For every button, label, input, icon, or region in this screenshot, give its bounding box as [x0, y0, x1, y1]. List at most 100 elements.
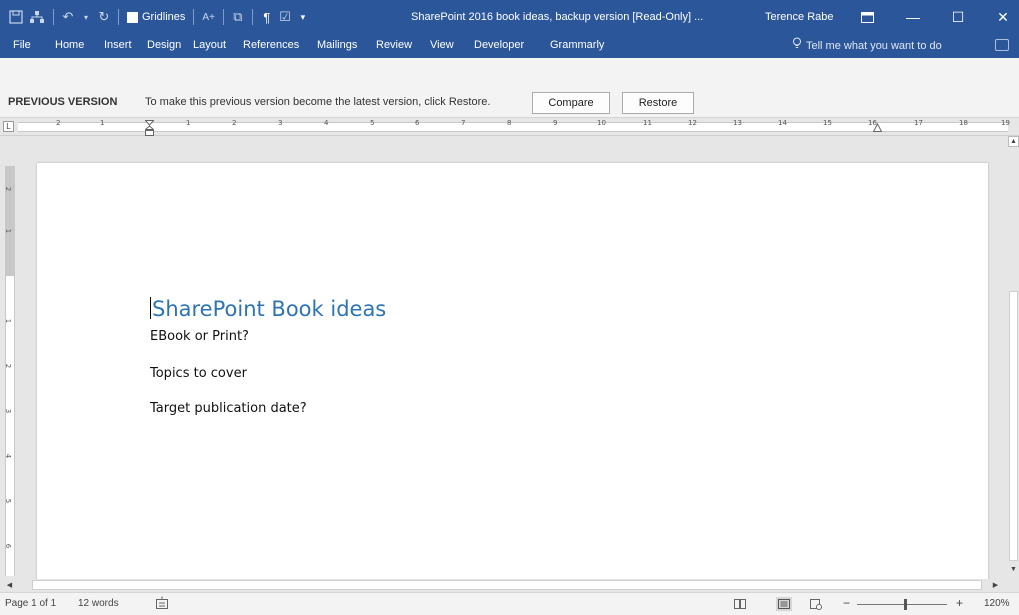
zoom-in-button[interactable]: +	[956, 596, 963, 610]
document-page[interactable]: SharePoint Book ideas EBook or Print? To…	[37, 163, 988, 579]
font-grow-icon[interactable]: A+	[199, 6, 218, 28]
zoom-slider-thumb[interactable]	[904, 599, 907, 610]
ruler-track	[18, 122, 1008, 132]
vertical-scroll-thumb[interactable]	[1009, 291, 1018, 561]
horizontal-scrollbar[interactable]: ◀ ▶	[0, 579, 1019, 592]
zoom-level[interactable]: 120%	[984, 598, 1010, 609]
page-count[interactable]: Page 1 of 1	[5, 598, 56, 609]
vertical-ruler-tick: 1	[4, 228, 13, 234]
ruler-tick: 18	[959, 119, 968, 127]
title-bar: ↶ ▾ ↻ Gridlines A+ ⧉ ¶ ☑ ▾ SharePoint 20…	[0, 0, 1019, 34]
qat-separator	[222, 9, 224, 25]
ribbon-display-options-icon[interactable]	[849, 0, 885, 34]
lightbulb-icon	[792, 35, 802, 57]
undo-icon[interactable]: ↶	[59, 6, 77, 28]
ruler-tick: 2	[232, 119, 237, 127]
ruler-tick: 1	[186, 119, 191, 127]
gridlines-checkbox[interactable]: Gridlines	[124, 11, 188, 23]
tab-layout[interactable]: Layout	[193, 34, 226, 58]
ruler-tick: 13	[733, 119, 742, 127]
maximize-icon[interactable]: ☐	[940, 0, 976, 34]
ruler-tick: 17	[914, 119, 923, 127]
tell-me-label: Tell me what you want to do	[806, 40, 942, 52]
vertical-ruler-margin	[5, 166, 15, 276]
vertical-ruler-tick: 1	[4, 318, 13, 324]
tab-view[interactable]: View	[430, 34, 454, 58]
qat-separator	[53, 9, 54, 25]
tab-selector[interactable]: L	[3, 121, 14, 132]
tab-mailings[interactable]: Mailings	[317, 34, 357, 58]
quick-access-toolbar: ↶ ▾ ↻ Gridlines A+ ⧉ ¶ ☑ ▾	[0, 0, 312, 34]
vertical-ruler-tick: 4	[4, 453, 13, 459]
word-count[interactable]: 12 words	[78, 598, 119, 609]
save-icon[interactable]	[6, 6, 26, 28]
compare-button[interactable]: Compare	[532, 92, 610, 114]
minimize-icon[interactable]: —	[895, 0, 931, 34]
proofing-icon[interactable]	[155, 596, 169, 613]
tab-developer[interactable]: Developer	[474, 34, 524, 58]
document-check-icon[interactable]: ☑	[276, 6, 294, 28]
document-paragraph[interactable]: Target publication date?	[150, 401, 307, 416]
copy-icon[interactable]: ⧉	[229, 6, 247, 28]
tab-design[interactable]: Design	[147, 34, 181, 58]
document-paragraph[interactable]: Topics to cover	[150, 366, 247, 381]
ruler-tick: 1	[100, 119, 105, 127]
checkbox-checked-icon	[127, 11, 138, 23]
restore-button[interactable]: Restore	[622, 92, 694, 114]
ribbon-body	[0, 58, 1019, 90]
ruler-tick: 3	[278, 119, 283, 127]
qat-separator	[193, 9, 195, 25]
zoom-slider-track[interactable]	[857, 604, 947, 605]
print-layout-icon[interactable]	[776, 597, 792, 611]
status-bar: Page 1 of 1 12 words − + 120%	[0, 592, 1019, 615]
ruler-tick: 12	[688, 119, 697, 127]
tab-grammarly[interactable]: Grammarly	[550, 34, 604, 58]
zoom-out-button[interactable]: −	[843, 596, 850, 610]
vertical-ruler[interactable]: 2 1 1 2 3 4 5 6	[0, 136, 18, 579]
tab-review[interactable]: Review	[376, 34, 412, 58]
scroll-up-icon[interactable]: ▲	[1008, 136, 1019, 147]
horizontal-ruler[interactable]: L 2 1 1 2 3 4 5 6 7 8 9 10 11 12 13 14 1…	[0, 118, 1019, 136]
scroll-right-icon[interactable]: ▶	[990, 580, 1001, 591]
ruler-tick: 11	[643, 119, 652, 127]
web-layout-icon[interactable]	[808, 597, 824, 611]
qat-separator	[251, 9, 253, 25]
gridlines-label: Gridlines	[142, 11, 186, 23]
previous-version-title: PREVIOUS VERSION	[8, 96, 118, 108]
undo-dropdown-icon[interactable]: ▾	[77, 6, 95, 28]
vertical-ruler-tick: 5	[4, 498, 13, 504]
vertical-scrollbar[interactable]: ▲ ▼	[1008, 136, 1019, 579]
read-mode-icon[interactable]	[732, 597, 748, 611]
ruler-tick: 10	[597, 119, 606, 127]
close-icon[interactable]: ✕	[985, 0, 1019, 34]
document-heading[interactable]: SharePoint Book ideas	[150, 297, 386, 321]
horizontal-scroll-thumb[interactable]	[32, 580, 982, 590]
right-indent-marker-icon[interactable]	[872, 122, 883, 135]
tell-me-box[interactable]: Tell me what you want to do	[792, 34, 942, 58]
tab-insert[interactable]: Insert	[104, 34, 132, 58]
redo-icon[interactable]: ↻	[95, 6, 113, 28]
customize-qat-icon[interactable]: ▾	[294, 6, 312, 28]
comments-icon[interactable]	[995, 39, 1009, 51]
ruler-tick: 14	[778, 119, 787, 127]
document-title: SharePoint 2016 book ideas, backup versi…	[411, 11, 704, 23]
ruler-tick: 5	[370, 119, 375, 127]
scroll-down-icon[interactable]: ▼	[1008, 564, 1019, 575]
pilcrow-icon[interactable]: ¶	[258, 6, 276, 28]
ruler-tick: 2	[56, 119, 61, 127]
text-caret	[150, 297, 151, 319]
document-canvas[interactable]: SharePoint Book ideas EBook or Print? To…	[18, 136, 1008, 579]
ruler-tick: 8	[507, 119, 512, 127]
ruler-tick: 9	[553, 119, 558, 127]
scroll-left-icon[interactable]: ◀	[4, 580, 15, 591]
vertical-ruler-tick: 2	[4, 186, 13, 192]
previous-version-message: To make this previous version become the…	[145, 96, 491, 108]
tab-home[interactable]: Home	[55, 34, 84, 58]
vertical-ruler-tick: 3	[4, 408, 13, 414]
user-name[interactable]: Terence Rabe	[765, 0, 834, 34]
document-paragraph[interactable]: EBook or Print?	[150, 329, 249, 344]
tab-references[interactable]: References	[243, 34, 299, 58]
sitemap-icon[interactable]	[26, 6, 48, 28]
tab-file[interactable]: File	[13, 34, 31, 58]
qat-separator	[118, 9, 119, 25]
